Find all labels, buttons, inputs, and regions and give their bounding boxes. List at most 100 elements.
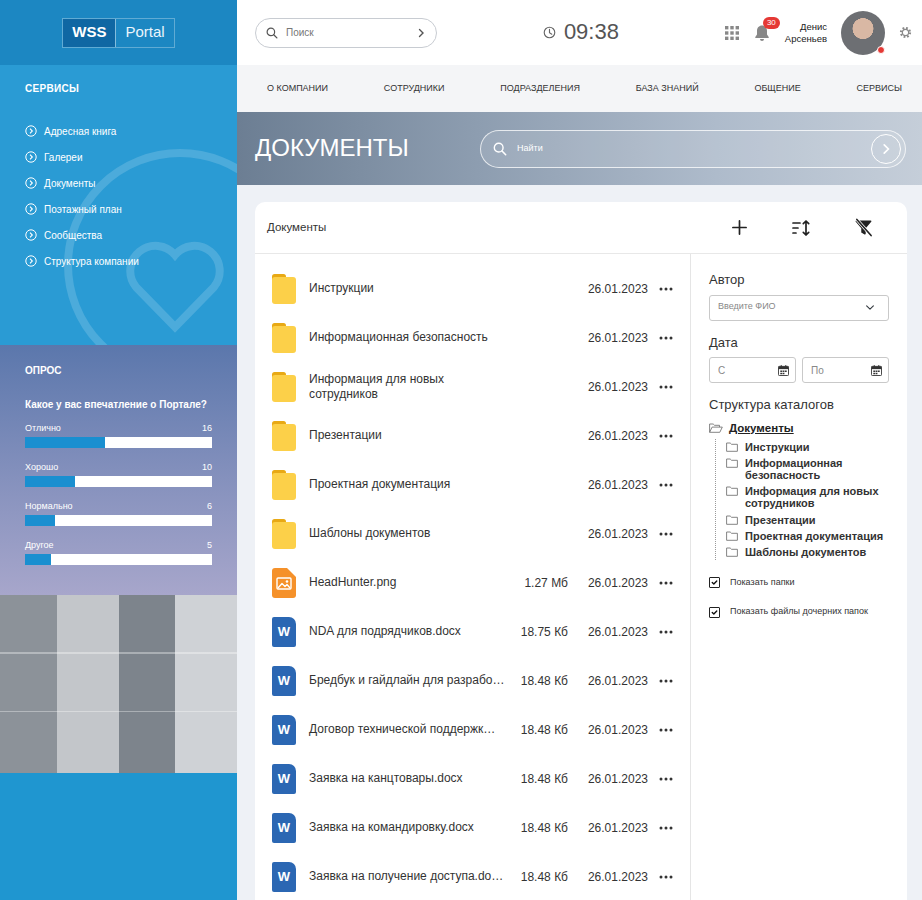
more-actions-button[interactable] <box>658 532 674 536</box>
document-row[interactable]: WЗаявка на командировку.docx18.48 Кб26.0… <box>255 803 690 852</box>
plus-icon[interactable] <box>731 219 748 236</box>
tree-item[interactable]: Информация для новых сотрудников <box>716 483 889 511</box>
more-dots-icon <box>659 385 673 389</box>
top-navigation: О КОМПАНИИ СОТРУДНИКИ ПОДРАЗДЕЛЕНИЯ БАЗА ЗН… <box>237 65 922 112</box>
sort-icon[interactable] <box>791 219 811 237</box>
apps-grid-icon[interactable] <box>725 26 739 40</box>
more-actions-button[interactable] <box>658 287 674 291</box>
more-actions-button[interactable] <box>658 581 674 585</box>
filter-checkbox[interactable] <box>709 577 720 588</box>
calendar-icon[interactable] <box>778 365 789 376</box>
tree-item[interactable]: Информационная безопасность <box>716 455 889 483</box>
more-actions-button[interactable] <box>658 434 674 438</box>
header-search-input[interactable] <box>284 24 410 41</box>
sidebar-item[interactable]: Галереи <box>25 144 212 170</box>
logo-brand: WSS <box>63 19 115 47</box>
sidebar-item[interactable]: Структура компании <box>25 248 212 274</box>
nav-item[interactable]: ПОДРАЗДЕЛЕНИЯ <box>500 82 580 96</box>
logo[interactable]: WSSPortal <box>62 18 174 48</box>
more-actions-button[interactable] <box>658 385 674 389</box>
filter-off-icon[interactable] <box>854 218 873 237</box>
document-date: 26.01.2023 <box>582 329 648 347</box>
folder-icon <box>726 547 738 557</box>
poll-option-label: Другое <box>25 539 54 552</box>
sidebar-item-label: Документы <box>44 176 96 191</box>
services-menu: СЕРВИСЫ Адресная книгаГалереи Документы Поэ… <box>0 65 237 345</box>
document-size: 18.48 Кб <box>512 770 568 788</box>
document-row[interactable]: Инструкции26.01.2023 <box>255 264 690 313</box>
poll-fill <box>25 515 55 526</box>
nav-item[interactable]: СОТРУДНИКИ <box>384 82 445 96</box>
document-row[interactable]: WЗаявка на получение доступа.do…18.48 Кб… <box>255 852 690 900</box>
gear-icon[interactable] <box>899 26 912 39</box>
user-avatar[interactable] <box>841 11 885 55</box>
sidebar-item[interactable]: Адресная книга <box>25 118 212 144</box>
open-folder-icon[interactable] <box>709 423 723 433</box>
document-row[interactable]: Презентации26.01.2023 <box>255 411 690 460</box>
filter-option[interactable]: Показать папки <box>709 576 889 590</box>
more-actions-button[interactable] <box>658 483 674 487</box>
poll-option[interactable]: Хорошо10 <box>25 461 212 487</box>
poll-option[interactable]: Отлично16 <box>25 422 212 448</box>
document-row[interactable]: Проектная документация26.01.2023 <box>255 460 690 509</box>
tree-item[interactable]: Презентации <box>716 512 889 528</box>
poll-option[interactable]: Нормально6 <box>25 500 212 526</box>
document-row[interactable]: WБредбук и гайдлайн для разрабо…18.48 Кб… <box>255 656 690 705</box>
more-dots-icon <box>659 287 673 291</box>
more-actions-button[interactable] <box>658 728 674 732</box>
tree-item[interactable]: Инструкции <box>716 439 889 455</box>
folder-icon <box>272 421 296 451</box>
tree-item[interactable]: Шаблоны документов <box>716 544 889 560</box>
poll-option[interactable]: Другое5 <box>25 539 212 565</box>
author-select[interactable]: Введите ФИО <box>709 295 889 321</box>
poll-option-label: Отлично <box>25 422 61 435</box>
document-row[interactable]: WДоговор технической поддержк…18.48 Кб26… <box>255 705 690 754</box>
document-name: Заявка на канцтовары.docx <box>309 771 512 786</box>
filter-option[interactable]: Показать файлы дочерних папок <box>709 605 889 619</box>
poll-option-count: 6 <box>207 500 212 513</box>
document-row[interactable]: Информация для новых сотрудников26.01.20… <box>255 362 690 411</box>
page-search-input[interactable] <box>515 141 863 157</box>
date-label: Дата <box>709 335 889 351</box>
filter-checkbox[interactable] <box>709 607 720 618</box>
sidebar-item[interactable]: Сообщества <box>25 222 212 248</box>
more-actions-button[interactable] <box>658 777 674 781</box>
calendar-icon[interactable] <box>871 365 882 376</box>
folder-icon <box>726 486 738 496</box>
sidebar-item[interactable]: Документы <box>25 170 212 196</box>
document-row[interactable]: WNDA для подрядчиков.docx18.75 Кб26.01.2… <box>255 607 690 656</box>
chevron-right-icon[interactable] <box>416 28 426 38</box>
document-name: Информационная безопасность <box>309 330 512 345</box>
more-actions-button[interactable] <box>658 336 674 340</box>
more-actions-button[interactable] <box>658 679 674 683</box>
date-to-field-input[interactable] <box>809 362 867 379</box>
documents-toolbar <box>731 218 873 237</box>
nav-item[interactable]: ОБЩЕНИЕ <box>754 82 800 96</box>
more-actions-button[interactable] <box>658 826 674 830</box>
more-dots-icon <box>659 336 673 340</box>
document-row[interactable]: WЗаявка на канцтовары.docx18.48 Кб26.01.… <box>255 754 690 803</box>
more-actions-button[interactable] <box>658 875 674 879</box>
notifications[interactable]: 30 <box>753 24 771 42</box>
sidebar-item-label: Структура компании <box>44 254 139 269</box>
more-dots-icon <box>659 679 673 683</box>
folder-icon <box>272 470 296 500</box>
tree-item-label: Презентации <box>745 514 816 526</box>
tree-item[interactable]: Проектная документация <box>716 528 889 544</box>
document-name: Проектная документация <box>309 477 512 492</box>
document-row[interactable]: HeadHunter.png1.27 Мб26.01.2023 <box>255 558 690 607</box>
document-date: 26.01.2023 <box>582 672 648 690</box>
tree-root[interactable]: Документы <box>709 420 889 437</box>
document-row[interactable]: Информационная безопасность 26.01.2023 <box>255 313 690 362</box>
nav-item[interactable]: О КОМПАНИИ <box>267 82 328 96</box>
services-title: СЕРВИСЫ <box>25 82 212 96</box>
date-from-field-input[interactable] <box>716 362 774 379</box>
search-submit-button[interactable] <box>871 134 901 164</box>
nav-item[interactable]: БАЗА ЗНАНИЙ <box>636 82 699 96</box>
more-actions-button[interactable] <box>658 630 674 634</box>
sidebar-item[interactable]: Поэтажный план <box>25 196 212 222</box>
nav-item[interactable]: СЕРВИСЫ <box>857 82 902 96</box>
user-name[interactable]: ДенисАрсеньев <box>785 21 827 44</box>
document-row[interactable]: Шаблоны документов26.01.2023 <box>255 509 690 558</box>
header-actions: 30 ДенисАрсеньев <box>725 11 912 55</box>
